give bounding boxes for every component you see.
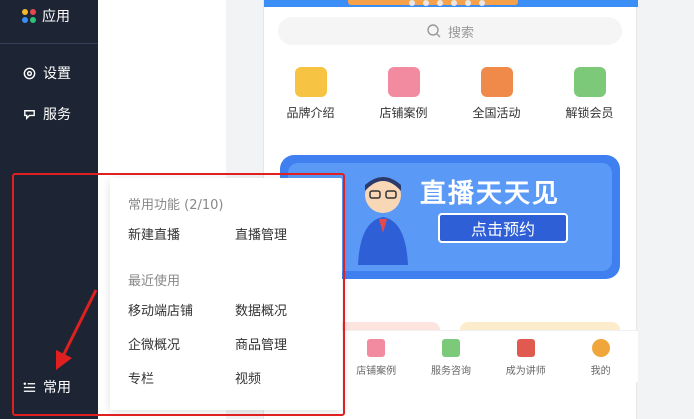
sidebar-item-label: 设置: [43, 66, 71, 82]
category-events[interactable]: 全国活动: [450, 67, 543, 121]
sidebar-item-service[interactable]: 服务: [22, 104, 71, 124]
category-label: 解锁会员: [565, 106, 614, 120]
nav-item-consult[interactable]: 服务咨询: [414, 331, 489, 382]
carousel-dots[interactable]: [409, 0, 485, 6]
search-icon: [427, 24, 441, 38]
presenter-illustration: [358, 177, 408, 265]
banner-title: 直播天天见: [420, 179, 561, 209]
nav-label: 成为讲师: [505, 366, 546, 377]
recent-title: 最近使用: [128, 274, 181, 289]
menu-item-data-overview[interactable]: 数据概况: [235, 300, 287, 319]
event-icon: [480, 67, 513, 97]
nav-item-profile[interactable]: 我的: [563, 331, 638, 382]
brand-coin-icon: [294, 67, 327, 97]
category-label: 全国活动: [472, 106, 521, 120]
category-membership[interactable]: 解锁会员: [543, 67, 636, 121]
sidebar-item-label: 常用: [43, 380, 71, 396]
card-edge: [460, 322, 620, 330]
frequent-menu-popover: 常用功能 (2/10) 新建直播 直播管理 最近使用 移动端店铺 数据概况 企微…: [110, 178, 342, 410]
service-icon: [24, 109, 35, 120]
menu-item-mobile-store[interactable]: 移动端店铺: [128, 300, 193, 319]
category-grid: 品牌介绍 店铺案例 全国活动 解锁会员: [264, 67, 638, 121]
menu-item-live-manage[interactable]: 直播管理: [235, 224, 287, 243]
left-sidebar: 应用 设置 服务 常用: [0, 0, 98, 419]
menu-item-product-manage[interactable]: 商品管理: [235, 334, 287, 353]
sidebar-item-label: 应用: [42, 9, 70, 25]
sidebar-item-label: 服务: [43, 107, 71, 123]
store-icon: [387, 67, 420, 97]
member-icon: [573, 67, 606, 97]
apps-icon: [22, 9, 36, 23]
sidebar-item-settings[interactable]: 设置: [22, 63, 71, 83]
menu-item-video[interactable]: 视频: [235, 368, 261, 387]
category-label: 品牌介绍: [286, 106, 335, 120]
sidebar-item-frequent[interactable]: 常用: [22, 377, 71, 397]
lecturer-icon: [516, 339, 535, 357]
menu-item-column[interactable]: 专栏: [128, 368, 154, 387]
profile-icon: [591, 339, 610, 357]
nav-label: 店铺案例: [356, 366, 397, 377]
common-functions-title: 常用功能 (2/10): [128, 198, 224, 213]
store-icon: [367, 339, 386, 357]
nav-item-lecturer[interactable]: 成为讲师: [488, 331, 563, 382]
search-bar[interactable]: 搜索: [278, 17, 622, 45]
nav-label: 服务咨询: [430, 366, 471, 377]
nav-item-store-cases[interactable]: 店铺案例: [339, 331, 414, 382]
consult-icon: [441, 339, 460, 357]
category-store-cases[interactable]: 店铺案例: [357, 67, 450, 121]
search-placeholder: 搜索: [447, 25, 474, 41]
category-label: 店铺案例: [379, 106, 428, 120]
category-brand[interactable]: 品牌介绍: [264, 67, 357, 121]
menu-item-wecom-overview[interactable]: 企微概况: [128, 334, 180, 353]
sidebar-item-apps[interactable]: 应用: [22, 6, 70, 26]
menu-item-new-live[interactable]: 新建直播: [128, 224, 180, 243]
banner-reserve-button[interactable]: 点击预约: [438, 213, 568, 243]
sidebar-divider: [0, 43, 98, 44]
carousel-top: [264, 0, 638, 7]
list-icon: [23, 382, 36, 392]
gear-icon: [23, 67, 36, 79]
nav-label: 我的: [590, 366, 611, 377]
